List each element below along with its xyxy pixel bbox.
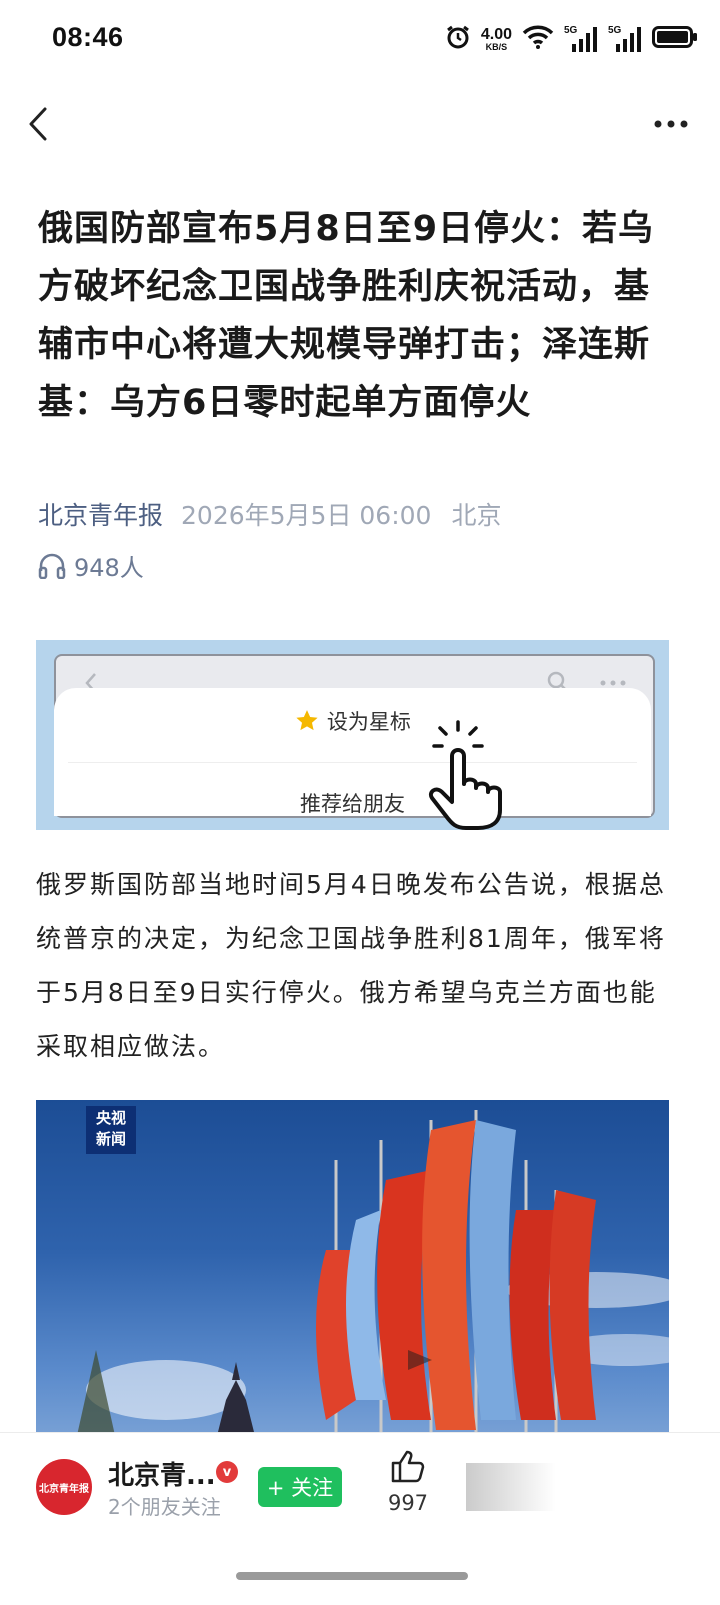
headphones-icon: [38, 553, 66, 579]
account-name[interactable]: 北京青...: [108, 1455, 216, 1492]
article-meta: 北京青年报 2026年5月5日 06:00 北京: [38, 496, 501, 532]
cell-signal-icon: 5G: [564, 25, 598, 53]
battery-icon: [652, 25, 698, 53]
wifi-icon: [522, 25, 554, 53]
pointing-hand-icon: [429, 720, 502, 830]
net-speed: 4.00 KB/S: [480, 25, 512, 52]
status-bar: 08:46 4.00 KB/S 5G 5G: [0, 0, 720, 84]
listener-count: 948人: [74, 554, 144, 582]
article-title: 俄国防部宣布5月8日至9日停火：若乌方破坏纪念卫国战争胜利庆祝活动，基辅市中心将…: [38, 209, 655, 423]
cell-signal-icon-2: 5G: [608, 25, 642, 53]
source-link[interactable]: 北京青年报: [38, 501, 163, 530]
back-button[interactable]: [18, 102, 58, 146]
recommend-option: 推荐给朋友: [300, 792, 405, 816]
set-star-option: 设为星标: [54, 706, 651, 736]
star-icon: [296, 710, 318, 731]
article-photo[interactable]: 央视 新闻: [36, 1100, 669, 1440]
status-icons: 4.00 KB/S 5G 5G: [445, 22, 698, 56]
avatar[interactable]: 北京青年报: [36, 1459, 92, 1515]
cctv-news-logo: 央视 新闻: [86, 1106, 136, 1154]
like-button[interactable]: [384, 1449, 432, 1487]
friends-following: 2个朋友关注: [108, 1495, 221, 1519]
verified-badge-icon: v: [216, 1461, 238, 1483]
thumbs-up-icon: [391, 1450, 425, 1483]
faded-action: [466, 1463, 556, 1511]
status-time: 08:46: [52, 22, 124, 52]
nav-bar: [0, 84, 720, 164]
article-paragraph: 俄罗斯国防部当地时间5月4日晚发布公告说，根据总统普京的决定，为纪念卫国战争胜利…: [36, 870, 666, 1061]
star-promo-banner: 设为星标 推荐给朋友: [36, 640, 669, 830]
follow-button[interactable]: + 关注: [258, 1467, 342, 1507]
home-indicator[interactable]: [236, 1572, 468, 1580]
publish-date: 2026年5月5日 06:00: [181, 501, 432, 530]
alarm-icon: [445, 24, 471, 54]
more-dots-icon: [600, 680, 626, 686]
more-dots-icon: [654, 120, 688, 128]
like-count: 997: [387, 1491, 429, 1515]
listen-button[interactable]: 948人: [38, 548, 144, 583]
publish-location: 北京: [451, 501, 502, 530]
divider: [68, 762, 637, 763]
share-sheet: 设为星标 推荐给朋友: [54, 688, 651, 816]
chevron-left-icon: [29, 107, 47, 141]
more-button[interactable]: [646, 104, 696, 144]
